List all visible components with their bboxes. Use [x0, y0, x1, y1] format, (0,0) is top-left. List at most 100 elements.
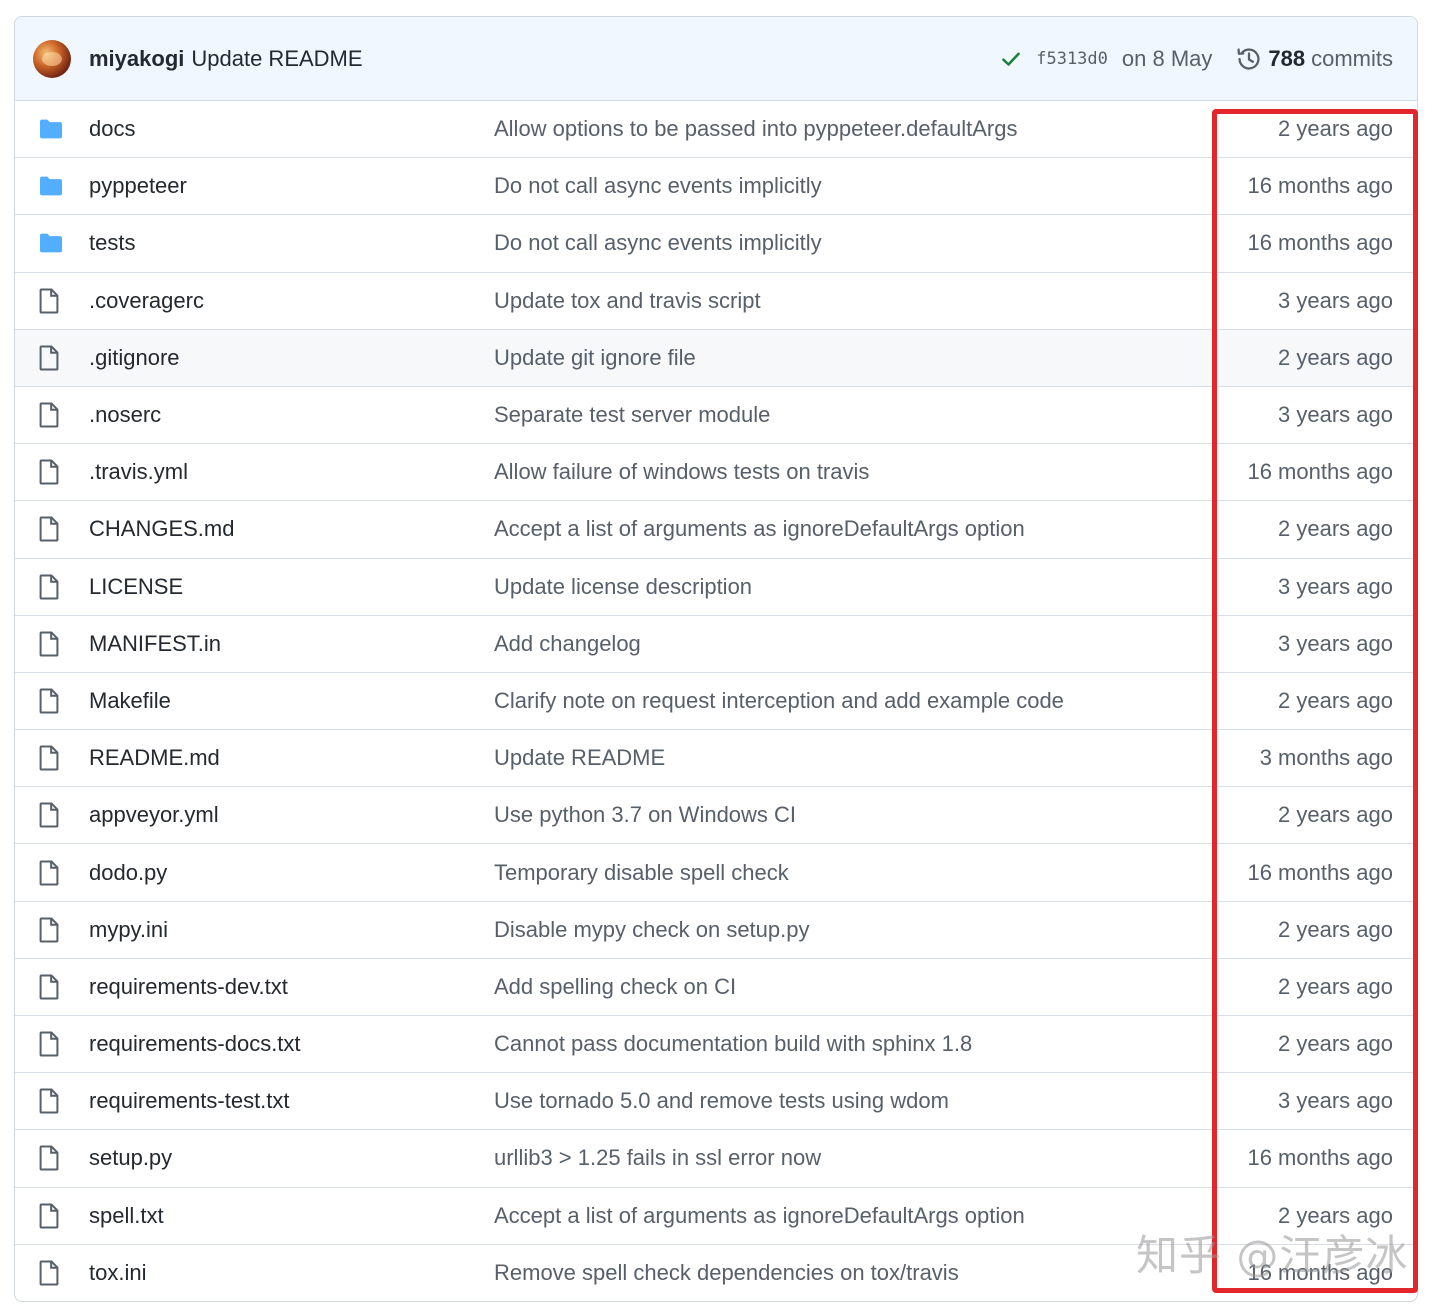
file-row[interactable]: tests Do not call async events implicitly…	[15, 215, 1417, 273]
file-icon	[15, 574, 89, 600]
file-commit-message-link[interactable]: Update git ignore file	[494, 345, 696, 371]
file-commit-message-link[interactable]: Do not call async events implicitly	[494, 173, 822, 199]
file-name-link[interactable]: mypy.ini	[89, 917, 168, 943]
file-icon	[15, 860, 89, 886]
commit-message[interactable]: Update README	[191, 46, 362, 72]
file-commit-age: 2 years ago	[1278, 916, 1393, 942]
file-row[interactable]: .travis.yml Allow failure of windows test…	[15, 444, 1417, 502]
file-icon	[15, 802, 89, 828]
file-name-link[interactable]: tox.ini	[89, 1260, 146, 1286]
file-name-link[interactable]: appveyor.yml	[89, 802, 219, 828]
history-icon[interactable]	[1236, 46, 1262, 72]
file-icon	[15, 1145, 89, 1171]
file-row[interactable]: requirements-docs.txt Cannot pass documen…	[15, 1016, 1417, 1074]
file-icon	[15, 516, 89, 542]
file-row[interactable]: Makefile Clarify note on request intercep…	[15, 673, 1417, 731]
latest-commit-header: miyakogi Update README f5313d0 on 8 May …	[15, 17, 1417, 101]
file-row[interactable]: dodo.py Temporary disable spell check 16 m…	[15, 844, 1417, 902]
file-commit-age: 3 years ago	[1278, 287, 1393, 313]
file-commit-message-link[interactable]: Remove spell check dependencies on tox/t…	[494, 1260, 959, 1286]
file-commit-message-link[interactable]: Accept a list of arguments as ignoreDefa…	[494, 1203, 1025, 1229]
file-name-link[interactable]: docs	[89, 116, 135, 142]
file-row[interactable]: .coveragerc Update tox and travis script 3…	[15, 273, 1417, 330]
file-commit-age: 16 months ago	[1247, 1145, 1393, 1171]
file-commit-message-link[interactable]: Do not call async events implicitly	[494, 230, 822, 256]
file-commit-message-link[interactable]: Allow options to be passed into pyppetee…	[494, 116, 1017, 142]
file-name-link[interactable]: README.md	[89, 745, 220, 771]
file-commit-message-link[interactable]: urllib3 > 1.25 fails in ssl error now	[494, 1145, 821, 1171]
commit-sha[interactable]: f5313d0	[1036, 49, 1108, 69]
file-name-link[interactable]: setup.py	[89, 1145, 172, 1171]
file-row[interactable]: appveyor.yml Use python 3.7 on Windows CI…	[15, 787, 1417, 845]
commit-date: on 8 May	[1121, 45, 1213, 71]
file-commit-age: 3 years ago	[1278, 573, 1393, 599]
file-commit-message-link[interactable]: Allow failure of windows tests on travis	[494, 459, 869, 485]
file-commit-message-link[interactable]: Update license description	[494, 574, 752, 600]
commit-author[interactable]: miyakogi	[89, 46, 184, 72]
file-commit-age: 2 years ago	[1278, 344, 1393, 370]
file-icon	[15, 402, 89, 428]
file-name-link[interactable]: CHANGES.md	[89, 516, 234, 542]
file-icon	[15, 745, 89, 771]
file-commit-age: 2 years ago	[1278, 516, 1393, 542]
file-row[interactable]: LICENSE Update license description 3 years…	[15, 559, 1417, 616]
file-row[interactable]: spell.txt Accept a list of arguments as i…	[15, 1188, 1417, 1245]
file-name-link[interactable]: MANIFEST.in	[89, 631, 221, 657]
file-commit-message-link[interactable]: Use tornado 5.0 and remove tests using w…	[494, 1088, 949, 1114]
file-commit-age: 3 years ago	[1278, 402, 1393, 428]
folder-icon	[15, 175, 89, 197]
file-commit-message-link[interactable]: Update tox and travis script	[494, 288, 761, 314]
file-name-link[interactable]: tests	[89, 230, 135, 256]
file-commit-age: 16 months ago	[1247, 173, 1393, 199]
file-row[interactable]: requirements-dev.txt Add spelling check o…	[15, 959, 1417, 1016]
folder-icon	[15, 232, 89, 254]
file-row[interactable]: pyppeteer Do not call async events implic…	[15, 158, 1417, 216]
file-commit-message-link[interactable]: Use python 3.7 on Windows CI	[494, 802, 796, 828]
file-icon	[15, 974, 89, 1000]
file-row[interactable]: mypy.ini Disable mypy check on setup.py 2 …	[15, 902, 1417, 959]
file-commit-message-link[interactable]: Cannot pass documentation build with sph…	[494, 1031, 972, 1057]
file-row[interactable]: .gitignore Update git ignore file 2 years …	[15, 329, 1417, 387]
commit-count[interactable]: 788	[1268, 46, 1305, 72]
file-commit-age: 16 months ago	[1247, 859, 1393, 885]
file-commit-age: 16 months ago	[1247, 230, 1393, 256]
commit-count-label[interactable]: commits	[1311, 46, 1393, 72]
file-name-link[interactable]: spell.txt	[89, 1203, 164, 1229]
file-name-link[interactable]: .gitignore	[89, 345, 180, 371]
file-name-link[interactable]: dodo.py	[89, 860, 167, 886]
file-commit-message-link[interactable]: Clarify note on request interception and…	[494, 688, 1064, 714]
file-row[interactable]: README.md Update README 3 months ago	[15, 730, 1417, 788]
file-commit-age: 2 years ago	[1278, 973, 1393, 999]
file-commit-message-link[interactable]: Update README	[494, 745, 665, 771]
file-commit-age: 2 years ago	[1278, 802, 1393, 828]
file-name-link[interactable]: LICENSE	[89, 574, 183, 600]
file-name-link[interactable]: requirements-docs.txt	[89, 1031, 301, 1057]
file-name-link[interactable]: pyppeteer	[89, 173, 187, 199]
file-name-link[interactable]: requirements-dev.txt	[89, 974, 288, 1000]
file-row[interactable]: setup.py urllib3 > 1.25 fails in ssl erro…	[15, 1130, 1417, 1188]
file-commit-message-link[interactable]: Disable mypy check on setup.py	[494, 917, 810, 943]
file-row[interactable]: MANIFEST.in Add changelog 3 years ago	[15, 616, 1417, 673]
file-row[interactable]: tox.ini Remove spell check dependencies o…	[15, 1245, 1417, 1301]
file-icon	[15, 345, 89, 371]
file-name-link[interactable]: .travis.yml	[89, 459, 188, 485]
file-commit-age: 2 years ago	[1278, 1202, 1393, 1228]
check-icon[interactable]	[1000, 48, 1022, 70]
file-commit-message-link[interactable]: Accept a list of arguments as ignoreDefa…	[494, 516, 1025, 542]
file-row[interactable]: requirements-test.txt Use tornado 5.0 and…	[15, 1073, 1417, 1131]
author-avatar[interactable]	[33, 39, 71, 78]
file-icon	[15, 1203, 89, 1229]
file-commit-message-link[interactable]: Temporary disable spell check	[494, 860, 789, 886]
file-row[interactable]: CHANGES.md Accept a list of arguments as …	[15, 501, 1417, 559]
file-commit-age: 2 years ago	[1278, 687, 1393, 713]
file-commit-message-link[interactable]: Add changelog	[494, 631, 641, 657]
file-name-link[interactable]: requirements-test.txt	[89, 1088, 290, 1114]
file-name-link[interactable]: .noserc	[89, 402, 161, 428]
file-row[interactable]: .noserc Separate test server module 3 year…	[15, 387, 1417, 445]
file-row[interactable]: docs Allow options to be passed into pypp…	[15, 101, 1417, 159]
file-name-link[interactable]: Makefile	[89, 688, 171, 714]
file-name-link[interactable]: .coveragerc	[89, 288, 204, 314]
file-commit-age: 3 months ago	[1259, 745, 1393, 771]
file-commit-message-link[interactable]: Add spelling check on CI	[494, 974, 736, 1000]
file-commit-message-link[interactable]: Separate test server module	[494, 402, 770, 428]
